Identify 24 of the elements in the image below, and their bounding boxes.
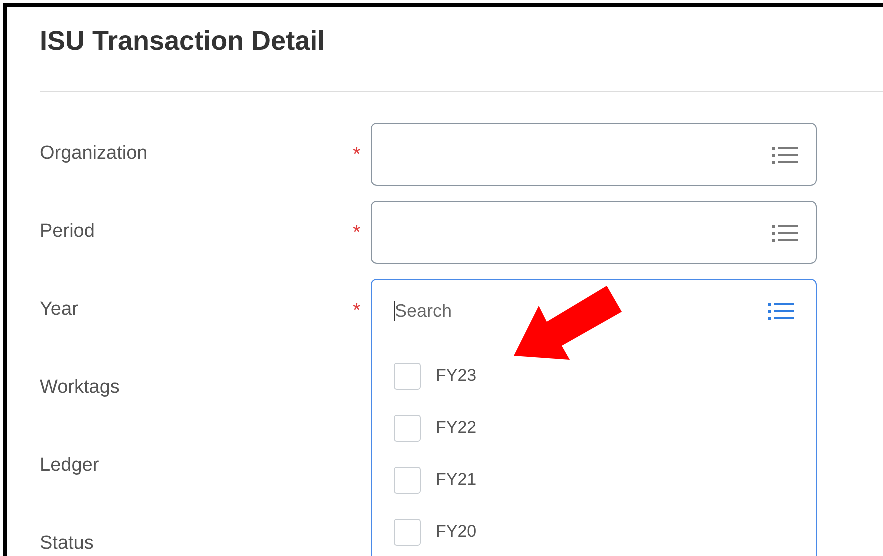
field-label: Year — [40, 298, 80, 322]
list-icon[interactable] — [772, 144, 798, 164]
checkbox[interactable] — [394, 466, 421, 494]
checkbox[interactable] — [394, 414, 421, 442]
list-icon[interactable] — [768, 301, 794, 321]
field-label: Status — [40, 532, 95, 556]
checkbox[interactable] — [394, 362, 421, 390]
required-asterisk: * — [353, 300, 362, 320]
option-item[interactable]: FY21 — [372, 454, 816, 506]
field-label: Period — [40, 220, 96, 244]
option-item[interactable]: FY20 — [372, 506, 816, 556]
option-item[interactable]: FY23 — [372, 350, 816, 402]
prompt-field[interactable] — [371, 123, 817, 186]
option-item[interactable]: FY22 — [372, 402, 816, 454]
prompt-field[interactable] — [371, 201, 817, 264]
page-title: ISU Transaction Detail — [40, 25, 326, 58]
required-asterisk: * — [353, 222, 362, 242]
field-label: Worktags — [40, 376, 121, 400]
field-label: Ledger — [40, 454, 100, 478]
checkbox[interactable] — [394, 518, 421, 546]
field-label: Organization — [40, 142, 149, 166]
required-asterisk: * — [353, 144, 362, 164]
text-cursor — [394, 301, 395, 321]
list-icon[interactable] — [772, 222, 798, 242]
